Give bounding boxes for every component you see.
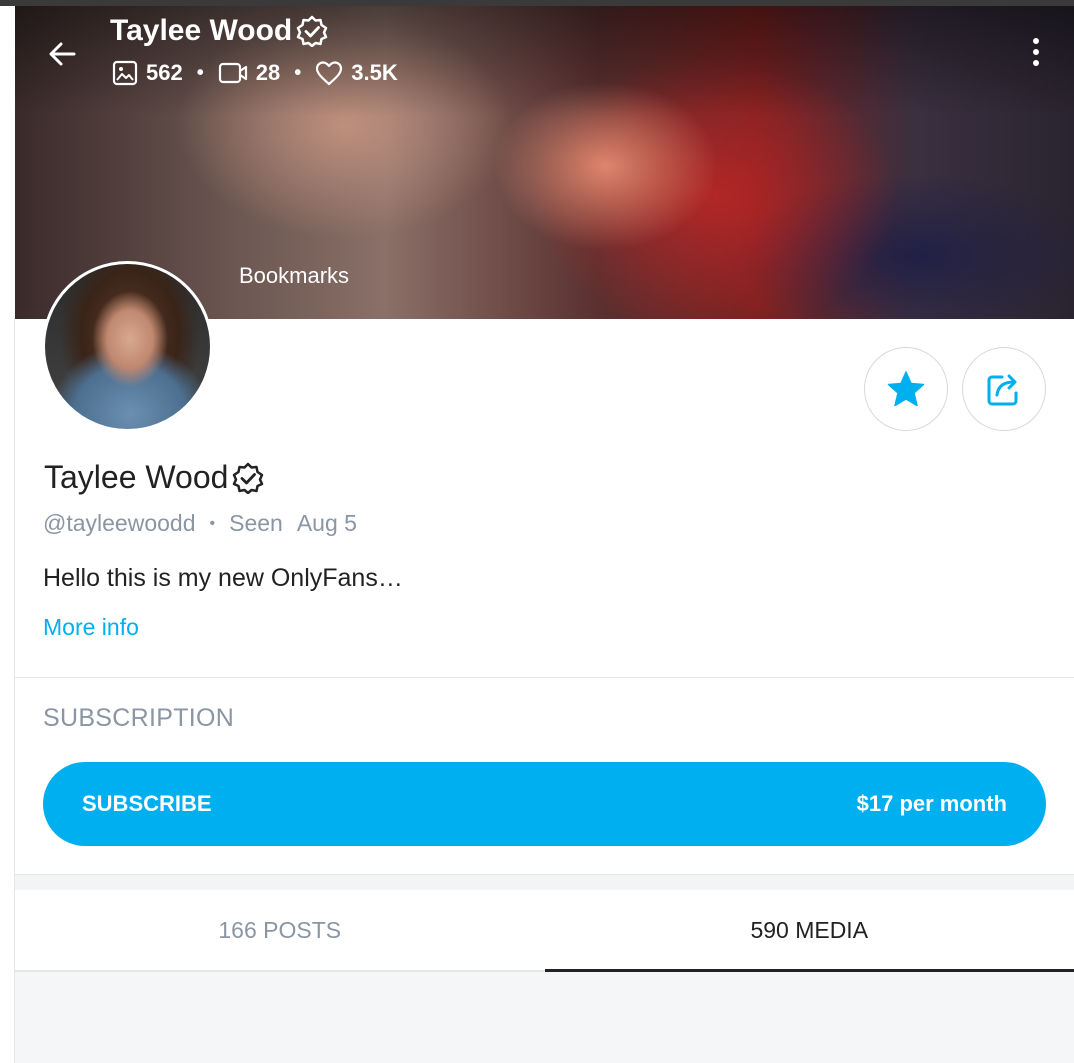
content-tabs: 166 POSTS 590 MEDIA: [15, 890, 1074, 972]
share-button[interactable]: [962, 347, 1046, 431]
profile-name: Taylee Wood: [44, 459, 264, 496]
star-icon: [887, 371, 925, 407]
photos-count: 562: [146, 60, 183, 85]
seen-label: Seen: [229, 510, 283, 536]
back-button[interactable]: [44, 36, 80, 72]
profile-meta: @tayleewoodd • Seen Aug 5: [43, 510, 357, 537]
more-vertical-icon-dot: [1033, 49, 1039, 55]
bookmarks-label: Bookmarks: [239, 263, 350, 288]
subscribe-button[interactable]: SUBSCRIBE $17 per month: [43, 762, 1046, 846]
header-title-text: Taylee Wood: [110, 14, 293, 47]
profile-bio: Hello this is my new OnlyFans…: [43, 564, 403, 592]
more-info-link[interactable]: More info: [43, 614, 139, 641]
left-margin: [0, 6, 15, 1063]
heart-icon: [316, 61, 343, 86]
section-divider: [15, 677, 1074, 678]
section-spacer: [15, 874, 1074, 890]
profile-handle[interactable]: @tayleewoodd: [43, 510, 196, 537]
more-options-button[interactable]: [1024, 34, 1048, 70]
verified-badge-icon: [297, 15, 328, 47]
subscribe-button-label: SUBSCRIBE: [82, 791, 212, 816]
stat-separator: •: [196, 61, 204, 84]
photos-stat: 562: [112, 60, 183, 86]
image-icon: [112, 60, 138, 86]
cover-banner: [15, 6, 1074, 319]
verified-badge-icon: [233, 462, 264, 494]
seen-date: Aug 5: [296, 510, 357, 536]
likes-count: 3.5K: [351, 60, 398, 85]
video-icon: [218, 62, 247, 84]
videos-count: 28: [255, 60, 281, 85]
tab-posts[interactable]: 166 POSTS: [15, 890, 545, 970]
media-feed-area: [15, 972, 1074, 1063]
header-stats: 562 • 28 • 3.5K: [112, 60, 398, 86]
subscription-heading: SUBSCRIPTION: [43, 704, 235, 732]
tab-media[interactable]: 590 MEDIA: [544, 890, 1074, 972]
likes-stat: 3.5K: [315, 60, 398, 86]
add-to-favorites-button[interactable]: [864, 347, 948, 431]
back-arrow-icon: [49, 42, 76, 66]
more-vertical-icon-dot: [1033, 60, 1039, 66]
subscription-price: $17 per month: [856, 791, 1007, 816]
videos-stat: 28: [218, 60, 280, 86]
profile-name-text: Taylee Wood: [44, 459, 229, 495]
meta-separator: •: [209, 514, 216, 532]
header-title: Taylee Wood: [110, 14, 328, 48]
avatar[interactable]: [42, 261, 213, 432]
stat-separator: •: [294, 61, 302, 84]
more-vertical-icon: [1033, 38, 1039, 44]
share-icon: [987, 374, 1018, 406]
